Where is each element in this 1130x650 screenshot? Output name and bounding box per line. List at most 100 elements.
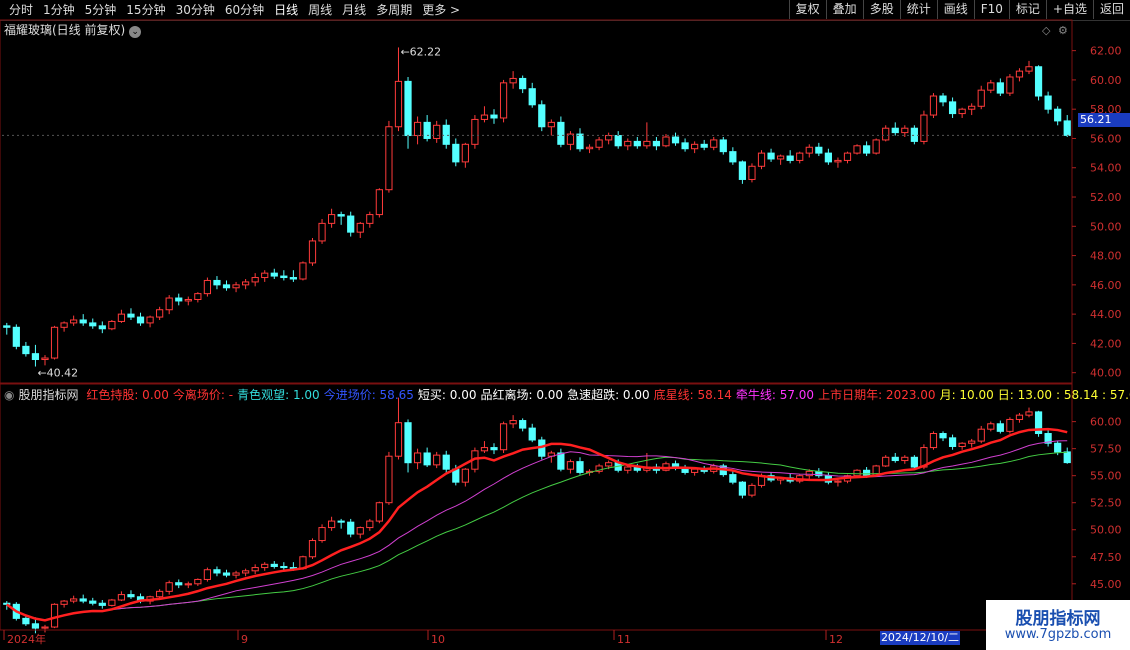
candle-body — [834, 159, 842, 163]
candle-body — [767, 152, 775, 160]
ind-candle-body — [1015, 414, 1024, 420]
ind-candle-body — [375, 502, 383, 522]
candle-body — [452, 143, 460, 163]
candle-body — [538, 104, 546, 128]
ind-candle-body — [413, 452, 422, 464]
ma-magenta-line — [6, 440, 1068, 621]
candle-body — [60, 322, 68, 328]
indicator-value-8: 牵牛线: 57.00 — [735, 388, 815, 402]
cursor-date: 2024/12/10/二 — [880, 631, 960, 645]
candle-body — [175, 297, 183, 302]
ind-candle-body — [270, 563, 278, 567]
ind-candle-body — [156, 590, 164, 598]
ind-candle-body — [327, 520, 336, 529]
candle-body — [700, 143, 708, 148]
ind-ytick-label-1: 57.50 — [1090, 443, 1122, 456]
ind-ytick-label-5: 47.50 — [1090, 551, 1122, 564]
candle-body — [433, 124, 441, 139]
diamond-icon: ◇ — [1042, 24, 1051, 37]
ind-candle-body — [528, 427, 536, 441]
candle-body — [939, 95, 947, 103]
candle-body — [738, 161, 747, 180]
candle-body — [89, 322, 97, 327]
ind-candle-body — [738, 481, 747, 496]
candle-body — [595, 139, 603, 148]
candle-body — [519, 77, 527, 90]
candle-body — [1006, 76, 1014, 94]
candle-body — [786, 155, 794, 161]
ind-candle-body — [834, 480, 842, 483]
ind-candle-body — [519, 420, 527, 429]
indicator-name[interactable]: 股朋指标网 — [18, 388, 78, 402]
ind-candle-body — [461, 468, 469, 483]
candle-body — [1044, 95, 1052, 110]
candle-body — [213, 279, 221, 286]
ind-ytick-label-3: 52.50 — [1090, 497, 1122, 510]
candle-body — [1015, 70, 1024, 78]
candle-body — [308, 240, 317, 264]
ind-candle-body — [853, 469, 861, 477]
candle-body — [385, 126, 393, 191]
indicator-menu-icon[interactable]: ◉ — [4, 388, 14, 402]
ind-candle-body — [557, 452, 565, 470]
ind-candle-body — [996, 423, 1004, 432]
candle-body — [41, 357, 49, 361]
xtick-label-2: 10 — [431, 633, 445, 646]
candle-body — [261, 272, 269, 279]
ind-candle-body — [1025, 411, 1033, 416]
candle-body — [977, 89, 985, 107]
candle-body — [948, 101, 957, 115]
indicator-value-0: 红色持股: 0.00 — [86, 388, 169, 402]
candle-body — [853, 145, 861, 154]
candle-body — [987, 82, 995, 91]
candle-body — [805, 146, 813, 154]
ind-candle-body — [509, 420, 517, 425]
watermark-url: www.7gpzb.com — [1004, 627, 1112, 642]
candle-body — [347, 215, 355, 233]
ind-candle-body — [308, 540, 317, 558]
candle-body — [203, 279, 212, 295]
ind-candle-body — [79, 598, 87, 602]
candle-body — [146, 316, 154, 324]
candle-body — [910, 127, 918, 142]
ytick-label-6: 50.00 — [1090, 220, 1122, 233]
ind-candle-body — [729, 474, 737, 483]
ind-candle-body — [987, 423, 995, 430]
candle-body — [31, 353, 40, 361]
candle-body — [394, 80, 403, 128]
ind-candle-body — [385, 455, 393, 504]
ind-candle-body — [605, 462, 613, 467]
candle-body — [480, 114, 489, 120]
ind-candle-body — [70, 598, 78, 602]
candle-body — [499, 82, 508, 119]
candle-body — [662, 136, 670, 147]
ind-candle-body — [882, 456, 890, 467]
ind-candle-body — [862, 469, 871, 477]
ytick-label-0: 62.00 — [1090, 45, 1122, 58]
candle-body — [318, 222, 326, 242]
candle-body — [1054, 108, 1062, 122]
ind-candle-body — [891, 456, 899, 462]
candle-body — [719, 139, 727, 153]
ind-candle-body — [356, 527, 364, 535]
low-price-label: ←40.42 — [37, 367, 78, 380]
candle-body — [547, 121, 555, 128]
ind-candle-body — [127, 594, 135, 598]
ind-candle-body — [805, 470, 813, 477]
ind-candle-body — [108, 599, 116, 606]
indicator-value-7: 底星线: 58.14 — [653, 388, 732, 402]
ind-candle-body — [22, 617, 30, 625]
ind-candle-body — [222, 572, 231, 576]
candle-body — [681, 142, 689, 150]
candle-body — [929, 95, 938, 116]
ind-candle-body — [3, 602, 11, 605]
ind-candle-body — [213, 569, 221, 574]
ind-candle-body — [901, 456, 909, 462]
ind-candle-body — [566, 461, 575, 470]
candle-body — [222, 284, 231, 289]
ind-candle-body — [910, 456, 918, 468]
watermark-title: 股朋指标网 — [1015, 609, 1101, 629]
ind-candle-body — [203, 569, 212, 580]
chart-canvas[interactable]: 62.0060.0058.0056.0054.0052.0050.0048.00… — [0, 0, 1130, 650]
ind-candle-body — [433, 454, 441, 466]
